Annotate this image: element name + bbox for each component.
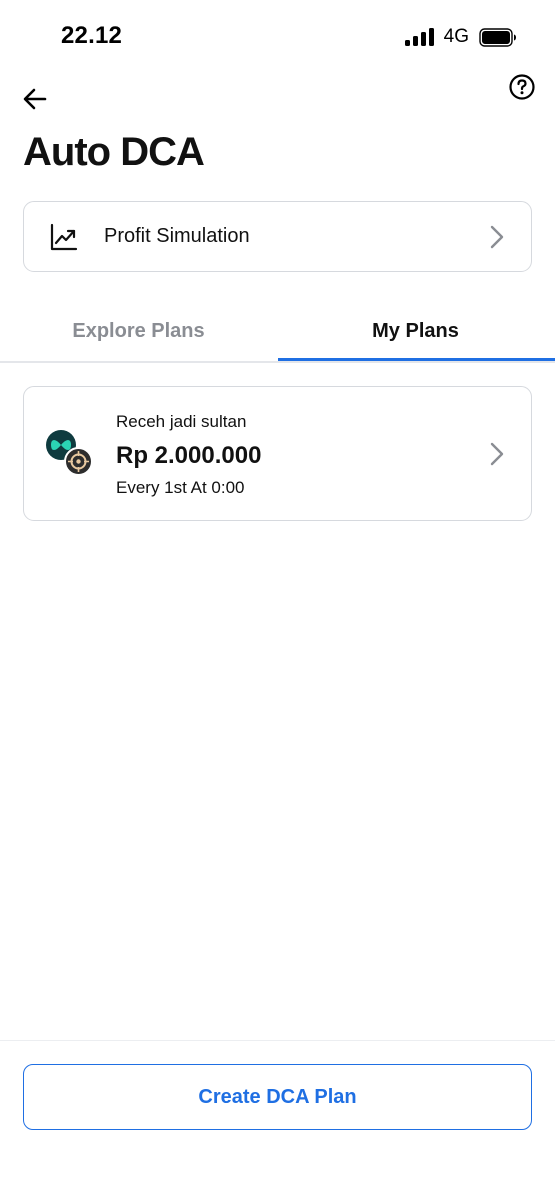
profit-simulation-card[interactable]: Profit Simulation — [23, 201, 532, 272]
dark-coin-icon — [64, 447, 93, 476]
chevron-right-icon — [490, 442, 504, 466]
tab-explore-plans[interactable]: Explore Plans — [0, 300, 277, 362]
plan-schedule: Every 1st At 0:00 — [116, 478, 245, 497]
plan-tabs: Explore Plans My Plans — [0, 300, 555, 363]
back-button[interactable] — [18, 82, 52, 116]
signal-bars-icon — [404, 28, 434, 46]
battery-full-icon — [479, 27, 516, 47]
trending-up-chart-icon — [50, 223, 78, 251]
network-label: 4G — [443, 26, 469, 47]
chevron-right-icon — [490, 225, 504, 249]
arrow-left-icon — [23, 88, 47, 110]
profit-simulation-label: Profit Simulation — [104, 225, 250, 247]
active-tab-indicator — [278, 358, 555, 361]
page-title: Auto DCA — [23, 130, 205, 174]
plan-card[interactable]: Receh jadi sultan Rp 2.000.000 Every 1st… — [23, 386, 532, 521]
status-bar: 22.12 4G — [0, 0, 555, 74]
question-circle-icon[interactable] — [508, 73, 536, 101]
plan-name: Receh jadi sultan — [116, 412, 247, 431]
plan-amount: Rp 2.000.000 — [116, 442, 262, 469]
bottom-divider — [0, 1040, 555, 1041]
status-indicators: 4G — [404, 26, 517, 48]
create-dca-plan-button[interactable]: Create DCA Plan — [23, 1064, 532, 1130]
status-time: 22.12 — [61, 22, 123, 49]
tab-my-plans[interactable]: My Plans — [277, 300, 554, 362]
